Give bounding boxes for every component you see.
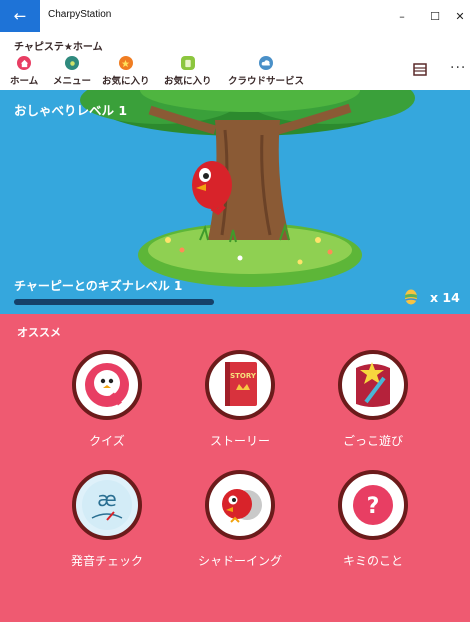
close-button[interactable]: ✕ (440, 0, 470, 32)
tile-quiz[interactable]: クイズ (62, 350, 152, 449)
recommend-section: オススメ クイズ STORY ストーリー ごっこ遊び æ 発音チェック シャドー… (0, 314, 470, 622)
more-button[interactable]: ··· (450, 60, 466, 76)
nav-favorites-2-label: お気に入り (164, 76, 212, 87)
app-title: CharpyStation (48, 9, 112, 20)
tile-pronunciation[interactable]: æ 発音チェック (62, 470, 152, 569)
reader-mode-button[interactable] (412, 62, 428, 76)
bond-level-label: チャーピーとのキズナレベル 1 (14, 279, 183, 293)
tile-shadowing[interactable]: シャドーイング (195, 470, 285, 569)
story-book-icon: STORY (205, 350, 275, 420)
page-title: チャピステ★ホーム (14, 42, 103, 53)
bond-progress-bar (14, 299, 214, 305)
favorite-icon (180, 56, 195, 70)
recommend-title: オススメ (17, 326, 61, 339)
story-book-text: STORY (230, 372, 257, 380)
title-bar: ← CharpyStation – ☐ ✕ (0, 0, 470, 32)
book-icon (413, 63, 427, 76)
nav-menu-label: メニュー (53, 76, 92, 87)
nav-cloud-service-label: クラウドサービス (228, 76, 305, 87)
tile-shadowing-label: シャドーイング (197, 554, 282, 568)
top-nav: ホーム メニュー お気に入り お気に入り クラウドサービス (0, 54, 470, 90)
tile-about-you[interactable]: ? キミのこと (328, 470, 418, 569)
tile-quiz-label: クイズ (89, 434, 125, 448)
nav-cloud-service[interactable]: クラウドサービス (228, 56, 304, 87)
back-button[interactable]: ← (0, 0, 40, 32)
egg-icon (405, 289, 417, 305)
pretend-play-icon (338, 350, 408, 420)
tile-pretend-play[interactable]: ごっこ遊び (328, 350, 418, 449)
home-icon (17, 56, 32, 70)
nav-home[interactable]: ホーム (10, 56, 38, 87)
about-you-glyph: ? (367, 494, 380, 519)
nav-favorites-2[interactable]: お気に入り (164, 56, 212, 87)
tile-pronunciation-label: 発音チェック (70, 554, 143, 568)
quiz-icon (72, 350, 142, 420)
nav-favorites-1[interactable]: お気に入り (102, 56, 150, 87)
pronunciation-icon: æ (72, 470, 142, 540)
back-arrow-icon: ← (13, 7, 27, 25)
cloud-icon (259, 56, 273, 70)
about-you-icon: ? (338, 470, 408, 540)
nav-home-label: ホーム (10, 76, 39, 87)
bond-progress-fill (14, 299, 214, 305)
nav-menu[interactable]: メニュー (53, 56, 91, 87)
shadowing-icon (205, 470, 275, 540)
tile-pretend-play-label: ごっこ遊び (342, 434, 403, 448)
hero-banner: おしゃべりレベル 1 チャーピーとのキズナレベル 1 x 14 (0, 90, 470, 314)
egg-count: x 14 (430, 290, 460, 305)
menu-icon (65, 56, 79, 70)
tile-story-label: ストーリー (209, 434, 270, 448)
nav-favorites-1-label: お気に入り (102, 76, 150, 87)
pronunciation-glyph: æ (97, 487, 117, 511)
chat-level-label: おしゃべりレベル 1 (14, 103, 128, 118)
tile-about-you-label: キミのこと (342, 554, 403, 568)
tile-story[interactable]: STORY ストーリー (195, 350, 285, 449)
star-icon (118, 56, 133, 70)
